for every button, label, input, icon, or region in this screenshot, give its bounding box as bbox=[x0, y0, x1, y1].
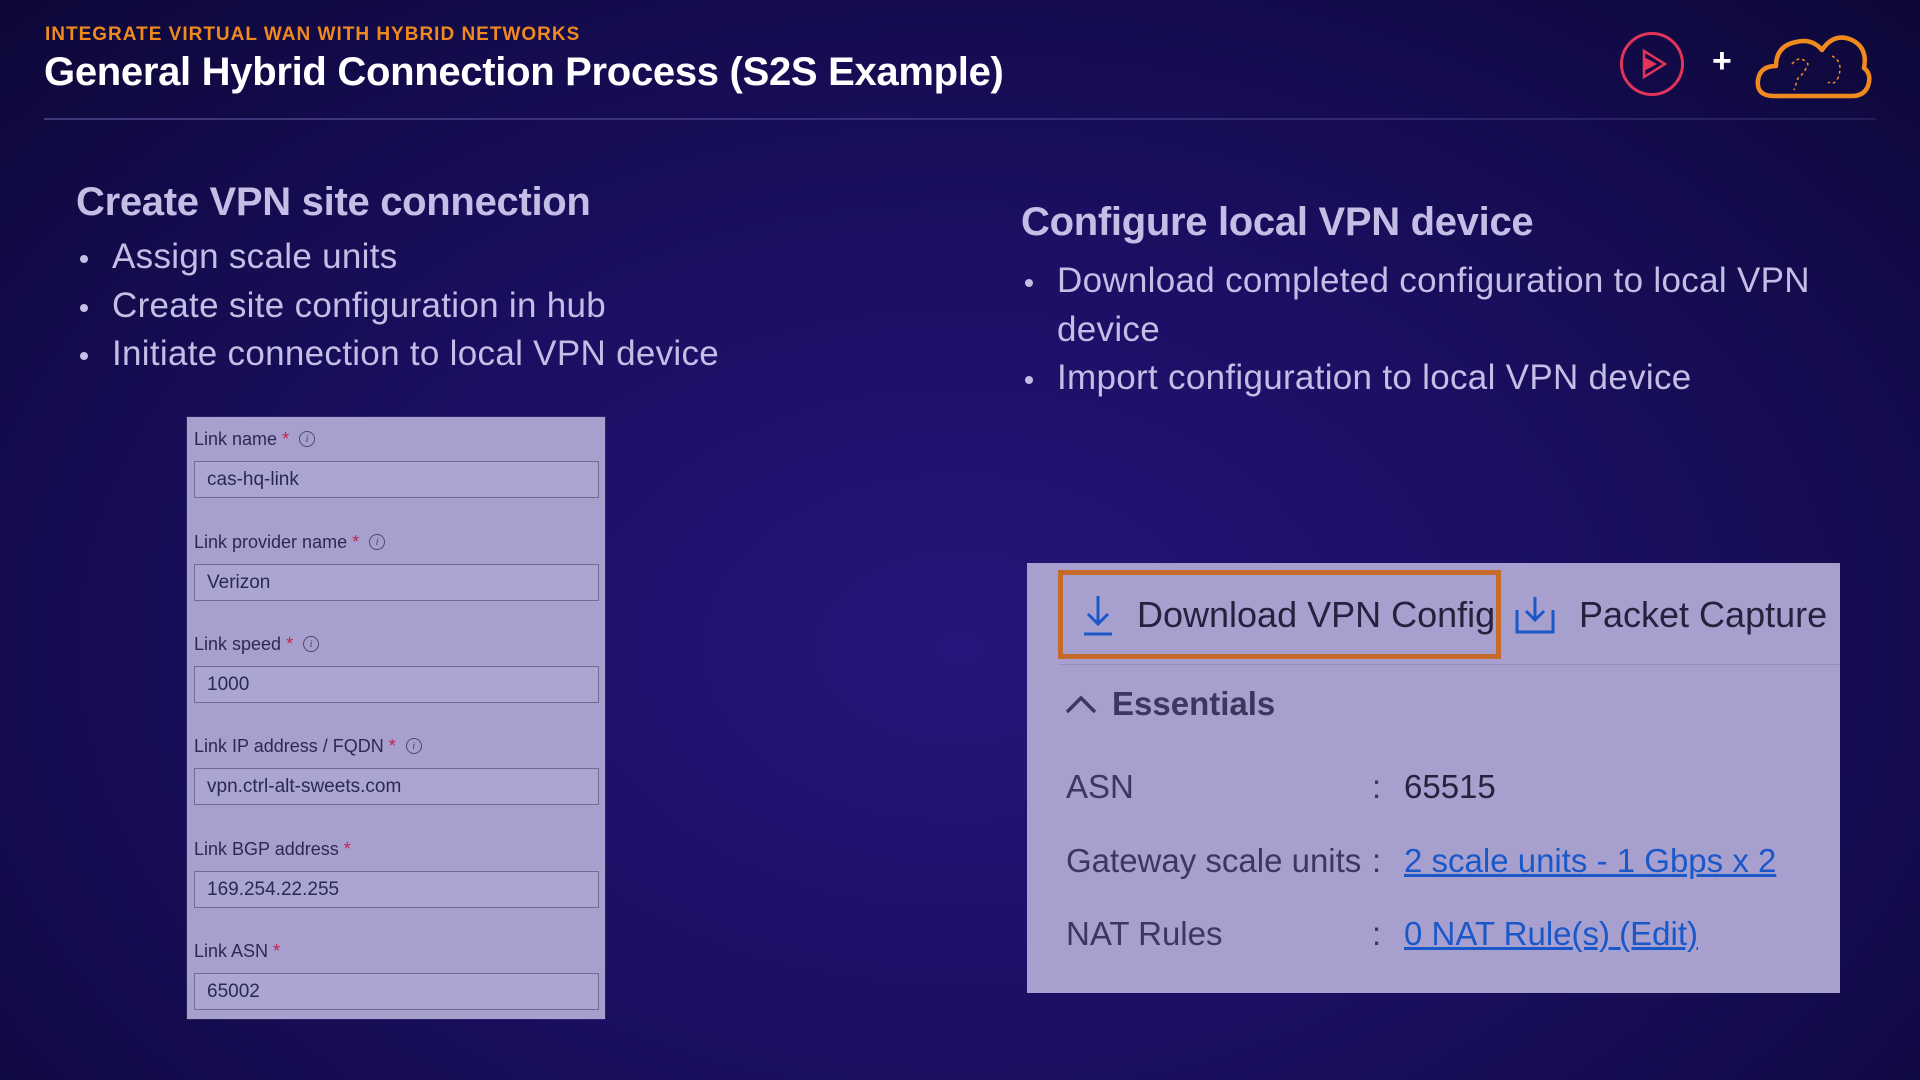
packet-capture-button[interactable]: Packet Capture bbox=[1513, 570, 1827, 659]
right-bullets: Download completed configuration to loca… bbox=[1021, 257, 1841, 403]
nat-rules-key: NAT Rules bbox=[1066, 915, 1223, 952]
nat-rules-link[interactable]: 0 NAT Rule(s) (Edit) bbox=[1404, 915, 1698, 953]
colon: : bbox=[1372, 768, 1382, 805]
link-name-input[interactable] bbox=[194, 461, 599, 498]
field-label: Link name * i bbox=[194, 427, 599, 451]
list-item: Assign scale units bbox=[76, 233, 719, 282]
essentials-row-asn: ASN : 65515 bbox=[1066, 768, 1826, 812]
info-icon[interactable]: i bbox=[303, 636, 320, 652]
essentials-row-nat-rules: NAT Rules : 0 NAT Rule(s) (Edit) bbox=[1066, 915, 1826, 959]
plus-sign: + bbox=[1712, 42, 1732, 80]
required-marker: * bbox=[352, 531, 360, 552]
required-marker: * bbox=[343, 838, 351, 859]
right-heading: Configure local VPN device bbox=[1021, 200, 1534, 244]
link-bgp-field: Link BGP address * bbox=[194, 837, 599, 908]
list-item: Import configuration to local VPN device bbox=[1021, 354, 1841, 403]
packet-capture-label: Packet Capture bbox=[1579, 593, 1828, 635]
required-marker: * bbox=[286, 633, 294, 654]
link-provider-field: Link provider name * i bbox=[194, 530, 599, 601]
essentials-row-gateway-scale-units: Gateway scale units : 2 scale units - 1 … bbox=[1066, 842, 1826, 886]
eyebrow: INTEGRATE VIRTUAL WAN WITH HYBRID NETWOR… bbox=[45, 24, 581, 45]
link-ip-input[interactable] bbox=[194, 768, 599, 805]
required-marker: * bbox=[273, 940, 281, 961]
cloud-icon bbox=[1755, 35, 1872, 99]
title-divider bbox=[44, 118, 1876, 120]
field-label: Link BGP address * bbox=[194, 837, 599, 861]
info-icon[interactable]: i bbox=[369, 534, 386, 550]
asn-key: ASN bbox=[1066, 768, 1134, 805]
field-label-text: Link provider name bbox=[194, 531, 348, 552]
essentials-label: Essentials bbox=[1112, 685, 1276, 722]
link-provider-input[interactable] bbox=[194, 564, 599, 601]
page-title: General Hybrid Connection Process (S2S E… bbox=[44, 50, 1004, 94]
info-icon[interactable]: i bbox=[405, 738, 422, 754]
link-speed-field: Link speed * i bbox=[194, 632, 599, 703]
link-asn-input[interactable] bbox=[194, 973, 599, 1010]
vpn-site-link-form: Link name * i Link provider name * i Lin… bbox=[187, 417, 605, 1019]
gateway-scale-units-link[interactable]: 2 scale units - 1 Gbps x 2 bbox=[1404, 842, 1776, 880]
list-item: Create site configuration in hub bbox=[76, 282, 719, 331]
vpn-gateway-panel: Download VPN Config Packet Capture Essen… bbox=[1027, 563, 1840, 993]
field-label-text: Link speed bbox=[194, 633, 282, 654]
field-label: Link IP address / FQDN * i bbox=[194, 734, 599, 758]
field-label-text: Link name bbox=[194, 428, 278, 449]
link-name-field: Link name * i bbox=[194, 427, 599, 498]
play-circle-icon bbox=[1620, 32, 1684, 96]
colon: : bbox=[1372, 915, 1382, 952]
asn-value: 65515 bbox=[1404, 768, 1496, 805]
field-label-text: Link BGP address bbox=[194, 838, 339, 859]
packet-capture-download-icon bbox=[1515, 596, 1555, 633]
gateway-scale-units-key: Gateway scale units bbox=[1066, 842, 1362, 879]
essentials-toggle[interactable]: Essentials bbox=[1064, 685, 1275, 723]
required-marker: * bbox=[282, 428, 290, 449]
field-label: Link speed * i bbox=[194, 632, 599, 656]
field-label-text: Link ASN bbox=[194, 940, 269, 961]
info-icon[interactable]: i bbox=[299, 431, 316, 447]
brand-logos: + bbox=[1620, 28, 1880, 104]
field-label-text: Link IP address / FQDN bbox=[194, 735, 384, 756]
chevron-up-icon bbox=[1065, 695, 1097, 714]
left-heading: Create VPN site connection bbox=[76, 180, 591, 224]
field-label: Link ASN * bbox=[194, 939, 599, 963]
list-item: Initiate connection to local VPN device bbox=[76, 330, 719, 379]
download-icon bbox=[1084, 595, 1112, 635]
list-item: Download completed configuration to loca… bbox=[1021, 257, 1841, 354]
colon: : bbox=[1372, 842, 1382, 879]
link-speed-input[interactable] bbox=[194, 666, 599, 703]
left-bullets: Assign scale units Create site configura… bbox=[76, 233, 719, 379]
link-bgp-input[interactable] bbox=[194, 871, 599, 908]
link-ip-field: Link IP address / FQDN * i bbox=[194, 734, 599, 805]
required-marker: * bbox=[388, 735, 396, 756]
download-vpn-config-button[interactable]: Download VPN Config bbox=[1058, 570, 1501, 659]
field-label: Link provider name * i bbox=[194, 530, 599, 554]
download-vpn-config-label: Download VPN Config bbox=[1137, 593, 1496, 635]
link-asn-field: Link ASN * bbox=[194, 939, 599, 1010]
command-bar-divider bbox=[1059, 664, 1840, 665]
